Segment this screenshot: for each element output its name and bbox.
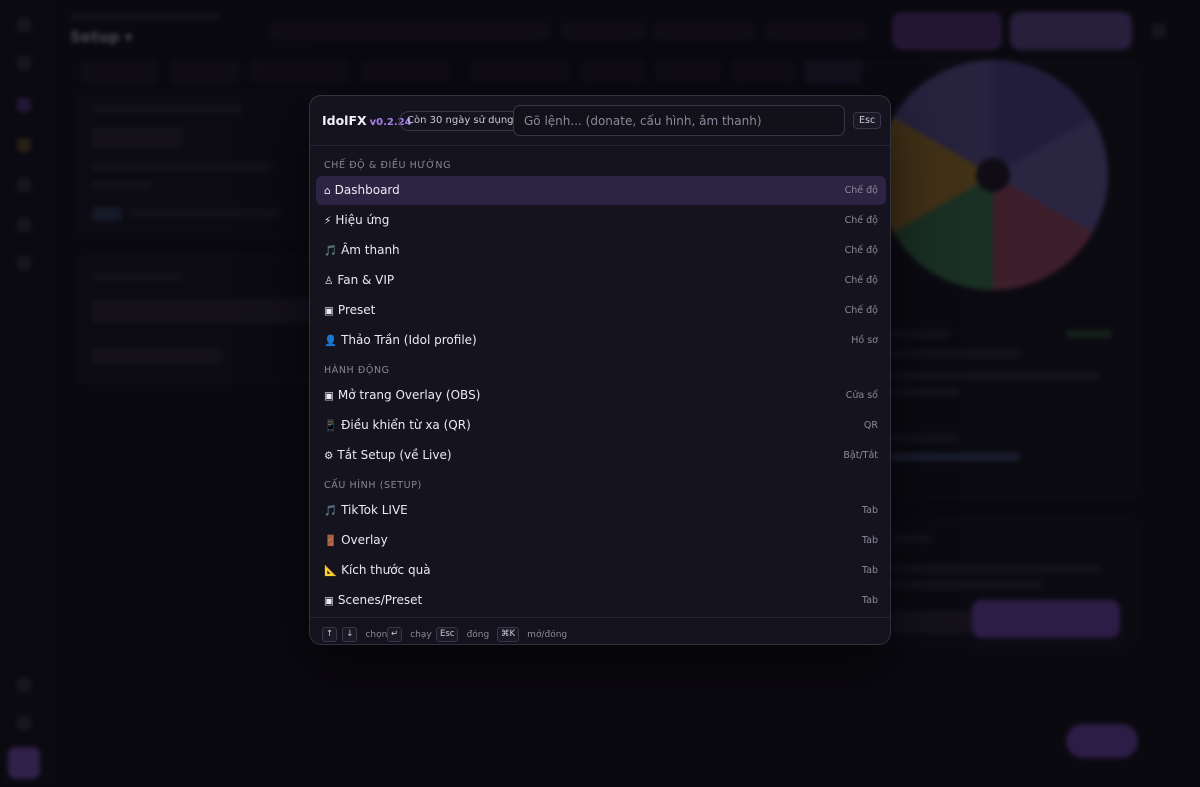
section-label: HÀNH ĐỘNG — [324, 365, 390, 376]
command-item-label: ♙ Fan & VIP — [324, 273, 394, 287]
profile-icon: 👤 — [324, 335, 338, 347]
music-note-icon: 🎵 — [324, 245, 338, 257]
ruler-icon: 📐 — [324, 565, 338, 577]
command-item-label: 🎵 TikTok LIVE — [324, 503, 408, 517]
section-label: CẤU HÌNH (SETUP) — [324, 480, 422, 491]
command-item-mo-trang-overlay-obs[interactable]: ▣ Mở trang Overlay (OBS) Cửa sổ — [316, 381, 886, 410]
command-item-tag: Tab — [861, 595, 878, 606]
door-icon: 🚪 — [324, 535, 338, 547]
footer-hint-text: chọn — [365, 629, 388, 640]
command-item-label: ⚡ Hiệu ứng — [324, 213, 389, 227]
command-item-tag: Bật/Tắt — [843, 450, 878, 461]
command-item-label: 🚪 Overlay — [324, 533, 388, 547]
command-item-am-thanh[interactable]: 🎵 Âm thanh Chế độ — [316, 236, 886, 265]
command-item-tag: Chế độ — [844, 245, 878, 256]
command-item-tag: Tab — [861, 505, 878, 516]
command-item-text: Âm thanh — [341, 243, 400, 257]
command-item-tag: Tab — [861, 535, 878, 546]
arrow-up-key: ↑ — [322, 627, 338, 642]
arrow-down-key: ↓ — [342, 627, 358, 642]
command-item-kich-thuoc-qua[interactable]: 📐 Kích thước quà Tab — [316, 556, 886, 585]
music-note-icon: 🎵 — [324, 505, 338, 517]
command-item-label: 👤 Thảo Trần (Idol profile) — [324, 333, 477, 347]
command-item-text: Overlay — [341, 533, 388, 547]
command-item-label: ▣ Mở trang Overlay (OBS) — [324, 388, 480, 402]
phone-icon: 📱 — [324, 420, 338, 432]
command-item-label: ⚙ Tắt Setup (về Live) — [324, 448, 452, 462]
scenes-icon: ▣ — [324, 595, 334, 607]
command-palette: IdolFXv0.2.24 Còn 30 ngày sử dụng Esc CH… — [309, 95, 891, 645]
footer-hint-navigate: ↑ ↓ chọn — [322, 624, 388, 642]
command-item-text: Thảo Trần (Idol profile) — [341, 333, 477, 347]
palette-footer: ↑ ↓ chọn ↵ chạy Esc đóng ⌘K mở/đóng — [310, 617, 890, 644]
command-item-scenes-preset[interactable]: ▣ Scenes/Preset Tab — [316, 586, 886, 615]
command-item-tag: Chế độ — [844, 215, 878, 226]
command-item-text: Fan & VIP — [337, 273, 395, 287]
cmd-k-key: ⌘K — [497, 627, 520, 642]
command-item-dieu-khien-tu-xa-qr[interactable]: 📱 Điều khiển từ xa (QR) QR — [316, 411, 886, 440]
brand-name: IdolFX — [322, 113, 367, 128]
fan-icon: ♙ — [324, 275, 334, 287]
section-label: CHẾ ĐỘ & ĐIỀU HƯỚNG — [324, 160, 452, 171]
command-item-text: TikTok LIVE — [341, 503, 408, 517]
command-item-text: Tắt Setup (về Live) — [337, 448, 452, 462]
command-item-text: Hiệu ứng — [335, 213, 390, 227]
command-item-text: Điều khiển từ xa (QR) — [341, 418, 471, 432]
command-item-hieu-ung[interactable]: ⚡ Hiệu ứng Chế độ — [316, 206, 886, 235]
command-item-tag: Cửa sổ — [845, 390, 878, 401]
footer-hint-close: Esc đóng — [436, 624, 490, 642]
command-item-text: Dashboard — [334, 183, 400, 197]
command-item-preset[interactable]: ▣ Preset Chế độ — [316, 296, 886, 325]
command-item-tag: QR — [863, 420, 878, 431]
command-item-tag: Tab — [861, 565, 878, 576]
command-item-label: 📐 Kích thước quà — [324, 563, 431, 577]
command-item-tag: Hồ sơ — [851, 335, 878, 346]
command-item-text: Kích thước quà — [341, 563, 431, 577]
preset-icon: ▣ — [324, 305, 334, 317]
command-item-tag: Chế độ — [844, 305, 878, 316]
command-item-dashboard[interactable]: ⌂ Dashboard Chế độ — [316, 176, 886, 205]
command-item-tag: Chế độ — [844, 275, 878, 286]
esc-close-button[interactable]: Esc — [853, 112, 882, 129]
command-item-tag: Chế độ — [844, 185, 878, 196]
command-item-tat-setup-ve-live[interactable]: ⚙ Tắt Setup (về Live) Bật/Tắt — [316, 441, 886, 470]
trial-badge: Còn 30 ngày sử dụng — [399, 111, 522, 131]
window-icon: ▣ — [324, 390, 334, 402]
footer-hint-toggle: ⌘K mở/đóng — [497, 624, 568, 642]
command-item-label: ⌂ Dashboard — [324, 183, 400, 197]
enter-key: ↵ — [387, 627, 403, 642]
footer-hint-text: chạy — [410, 629, 432, 640]
footer-hint-text: mở/đóng — [527, 629, 568, 640]
command-item-tiktok-live[interactable]: 🎵 TikTok LIVE Tab — [316, 496, 886, 525]
home-icon: ⌂ — [324, 185, 331, 197]
command-item-fan-vip[interactable]: ♙ Fan & VIP Chế độ — [316, 266, 886, 295]
command-item-text: Preset — [337, 303, 376, 317]
command-item-thao-tran-idol-profile[interactable]: 👤 Thảo Trần (Idol profile) Hồ sơ — [316, 326, 886, 355]
command-search-input[interactable] — [513, 105, 845, 136]
command-item-text: Scenes/Preset — [337, 593, 423, 607]
palette-header: IdolFXv0.2.24 Còn 30 ngày sử dụng Esc — [310, 96, 890, 146]
command-item-overlay[interactable]: 🚪 Overlay Tab — [316, 526, 886, 555]
command-item-label: 📱 Điều khiển từ xa (QR) — [324, 418, 471, 432]
lightning-icon: ⚡ — [324, 215, 332, 227]
command-item-label: ▣ Preset — [324, 303, 375, 317]
footer-hint-run: ↵ chạy — [387, 624, 432, 642]
command-item-label: 🎵 Âm thanh — [324, 243, 400, 257]
esc-key: Esc — [436, 627, 459, 642]
footer-hint-text: đóng — [466, 629, 490, 640]
gear-icon: ⚙ — [324, 450, 334, 462]
command-item-text: Mở trang Overlay (OBS) — [337, 388, 481, 402]
command-item-label: ▣ Scenes/Preset — [324, 593, 422, 607]
